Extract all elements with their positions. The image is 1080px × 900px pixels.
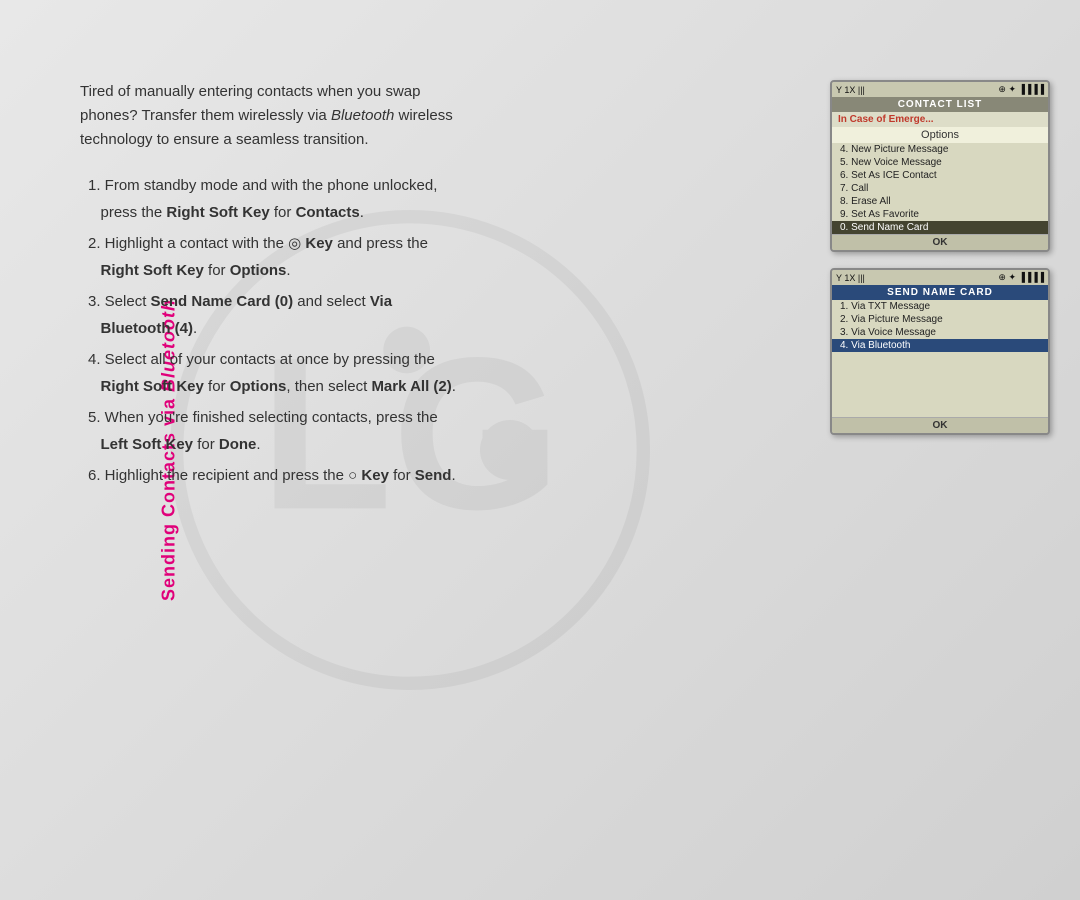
phone-screen-2: Y 1X ||| ⊕ ✦ ▐▐▐▐ SEND NAME CARD 1. Via …: [830, 268, 1050, 435]
phone2-title: SEND NAME CARD: [832, 285, 1048, 300]
step-3: 3. Select Send Name Card (0) and select …: [80, 288, 760, 342]
menu-item-9[interactable]: 9. Set As Favorite: [832, 208, 1048, 221]
phone2-spacer5: [832, 404, 1048, 417]
phone1-title: CONTACT LIST: [832, 97, 1048, 112]
phone-screen-1: Y 1X ||| ⊕ ✦ ▐▐▐▐ CONTACT LIST In Case o…: [830, 80, 1050, 252]
menu-item-7[interactable]: 7. Call: [832, 182, 1048, 195]
phone2-spacer1: [832, 352, 1048, 365]
phone1-ok[interactable]: OK: [832, 234, 1048, 250]
main-content: Tired of manually entering contacts when…: [80, 80, 760, 493]
menu-item-8[interactable]: 8. Erase All: [832, 195, 1048, 208]
phone1-icons: ⊕ ✦ ▐▐▐▐: [998, 84, 1044, 95]
phone2-menu-item-3[interactable]: 3. Via Voice Message: [832, 326, 1048, 339]
step-5: 5. When you're finished selecting contac…: [80, 404, 760, 458]
phone2-menu-item-1[interactable]: 1. Via TXT Message: [832, 300, 1048, 313]
menu-item-6[interactable]: 6. Set As ICE Contact: [832, 169, 1048, 182]
phone2-icons: ⊕ ✦ ▐▐▐▐: [998, 272, 1044, 283]
phone1-options-header: Options: [832, 127, 1048, 143]
phone2-ok[interactable]: OK: [832, 417, 1048, 433]
phone1-status-bar: Y 1X ||| ⊕ ✦ ▐▐▐▐: [832, 82, 1048, 97]
steps-list: 1. From standby mode and with the phone …: [80, 172, 760, 489]
phone1-signal: Y 1X |||: [836, 85, 865, 95]
menu-item-4[interactable]: 4. New Picture Message: [832, 143, 1048, 156]
step-1: 1. From standby mode and with the phone …: [80, 172, 760, 226]
step-2: 2. Highlight a contact with the ◎ Key an…: [80, 230, 760, 284]
phone2-spacer2: [832, 365, 1048, 378]
phones-panel: Y 1X ||| ⊕ ✦ ▐▐▐▐ CONTACT LIST In Case o…: [830, 80, 1050, 435]
phone1-subtitle: In Case of Emerge...: [832, 112, 1048, 127]
phone2-spacer3: [832, 378, 1048, 391]
phone2-spacer4: [832, 391, 1048, 404]
step-4: 4. Select all of your contacts at once b…: [80, 346, 760, 400]
phone2-status-bar: Y 1X ||| ⊕ ✦ ▐▐▐▐: [832, 270, 1048, 285]
menu-item-0[interactable]: 0. Send Name Card: [832, 221, 1048, 234]
phone2-signal: Y 1X |||: [836, 273, 865, 283]
phone2-menu-item-4[interactable]: 4. Via Bluetooth: [832, 339, 1048, 352]
menu-item-5[interactable]: 5. New Voice Message: [832, 156, 1048, 169]
phone2-menu-item-2[interactable]: 2. Via Picture Message: [832, 313, 1048, 326]
intro-paragraph: Tired of manually entering contacts when…: [80, 80, 760, 152]
step-6: 6. Highlight the recipient and press the…: [80, 462, 760, 489]
